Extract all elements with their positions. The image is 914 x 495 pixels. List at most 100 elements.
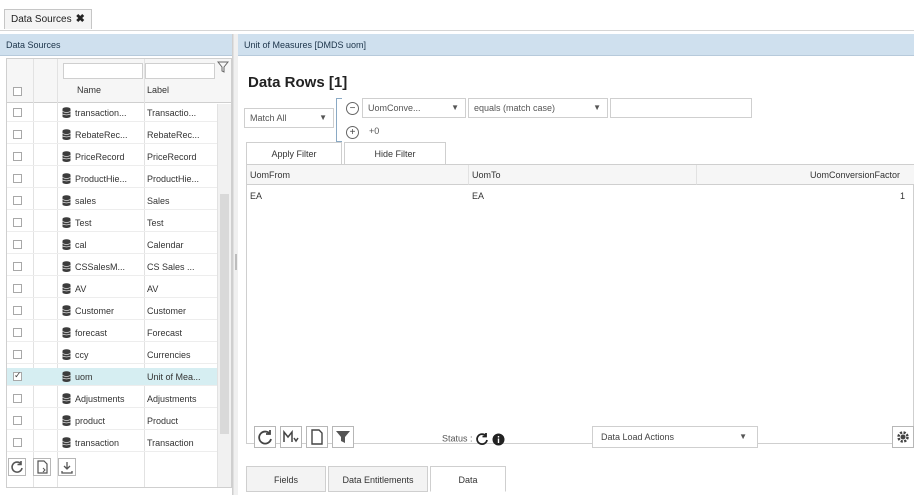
database-icon (62, 217, 71, 228)
filter-field-value: UomConve... (368, 103, 421, 113)
close-icon[interactable]: ✖ (76, 13, 85, 25)
row-name: ProductHie... (75, 174, 128, 184)
list-item[interactable]: sales Sales (7, 192, 217, 210)
list-item[interactable]: Adjustments Adjustments (7, 390, 217, 408)
list-item[interactable]: transaction Transaction (7, 434, 217, 452)
select-all-checkbox[interactable] (13, 87, 22, 96)
row-name: product (75, 416, 106, 426)
list-item[interactable]: Customer Customer (7, 302, 217, 320)
info-icon[interactable] (492, 433, 505, 446)
list-item[interactable]: uom Unit of Mea... (7, 368, 217, 386)
column-header-uomconversionfactor[interactable]: UomConversionFactor (697, 165, 914, 185)
scrollbar-thumb[interactable] (220, 194, 229, 434)
data-rows-table: UomFrom UomTo UomConversionFactor EA EA … (246, 164, 914, 444)
data-rows-panel-header: Unit of Measures [DMDS uom] (238, 34, 914, 56)
add-criterion-icon[interactable]: + (346, 126, 359, 139)
row-label: Adjustments (147, 394, 197, 404)
tab-data-entitlements[interactable]: Data Entitlements (328, 466, 428, 492)
row-name: ccy (75, 350, 89, 360)
row-checkbox[interactable] (13, 328, 22, 337)
download-button[interactable] (57, 458, 76, 476)
list-item[interactable]: AV AV (7, 280, 217, 298)
criteria-count: +0 (369, 126, 380, 136)
column-header-uomfrom[interactable]: UomFrom (247, 165, 469, 185)
filter-field-select[interactable]: UomConve... ▼ (362, 98, 466, 118)
refresh-button[interactable] (254, 426, 276, 448)
data-sources-grid: Name Label transaction... Transactio... Re… (6, 58, 232, 488)
row-name: AV (75, 284, 87, 294)
markdown-button[interactable] (280, 426, 302, 448)
chevron-down-icon: ▼ (593, 103, 601, 112)
table-cell[interactable]: 1 (697, 187, 911, 205)
list-item[interactable]: transaction... Transactio... (7, 104, 217, 122)
name-column-header[interactable]: Name (77, 85, 101, 95)
row-label: PriceRecord (147, 152, 197, 162)
filter-icon (336, 431, 350, 443)
database-icon (62, 305, 71, 316)
list-item[interactable]: RebateRec... RebateRec... (7, 126, 217, 144)
tab-data[interactable]: Data (430, 466, 506, 492)
row-name: uom (75, 372, 93, 382)
splitter-grip[interactable] (235, 254, 237, 270)
name-filter-input[interactable] (63, 63, 143, 79)
database-icon (62, 371, 71, 382)
label-column-header[interactable]: Label (147, 85, 169, 95)
database-icon (62, 107, 71, 118)
row-checkbox[interactable] (13, 394, 22, 403)
row-checkbox[interactable] (13, 130, 22, 139)
remove-criterion-icon[interactable]: − (346, 102, 359, 115)
tab-fields[interactable]: Fields (246, 466, 326, 492)
row-label: Product (147, 416, 179, 426)
top-tab-bar: Data Sources ✖ (0, 0, 914, 31)
row-name: transaction... (75, 108, 127, 118)
vertical-scrollbar[interactable] (217, 104, 231, 487)
list-item[interactable]: Test Test (7, 214, 217, 232)
row-checkbox[interactable] (13, 306, 22, 315)
row-name: RebateRec... (75, 130, 128, 140)
filter-value-input[interactable] (610, 98, 752, 118)
status-label: Status : (442, 432, 505, 446)
refresh-button[interactable] (8, 458, 26, 476)
row-checkbox[interactable] (13, 370, 22, 381)
match-mode-select[interactable]: Match All ▼ (244, 108, 334, 128)
filter-icon[interactable] (217, 61, 229, 73)
settings-button[interactable] (892, 426, 914, 448)
filter-button[interactable] (332, 426, 354, 448)
row-checkbox[interactable] (13, 174, 22, 183)
list-item[interactable]: forecast Forecast (7, 324, 217, 342)
list-item[interactable]: PriceRecord PriceRecord (7, 148, 217, 166)
list-item[interactable]: ccy Currencies (7, 346, 217, 364)
database-icon (62, 239, 71, 250)
list-item[interactable]: CSSalesM... CS Sales ... (7, 258, 217, 276)
row-checkbox[interactable] (13, 152, 22, 161)
data-load-actions-select[interactable]: Data Load Actions ▼ (592, 426, 758, 448)
list-item[interactable]: ProductHie... ProductHie... (7, 170, 217, 188)
data-toolbar: Status : Data Load Actions ▼ (246, 426, 914, 456)
status-refresh-icon[interactable] (475, 432, 489, 446)
apply-filter-button[interactable]: Apply Filter (246, 142, 342, 164)
row-checkbox[interactable] (13, 240, 22, 249)
row-name: Adjustments (75, 394, 125, 404)
refresh-icon (258, 430, 272, 445)
label-filter-input[interactable] (145, 63, 215, 79)
row-checkbox[interactable] (13, 438, 22, 447)
list-item[interactable]: cal Calendar (7, 236, 217, 254)
database-icon (62, 393, 71, 404)
row-checkbox[interactable] (13, 262, 22, 271)
hide-filter-button[interactable]: Hide Filter (344, 142, 446, 164)
row-checkbox[interactable] (13, 416, 22, 425)
table-cell[interactable]: EA (469, 187, 697, 205)
filter-operator-select[interactable]: equals (match case) ▼ (468, 98, 608, 118)
row-checkbox[interactable] (13, 218, 22, 227)
export-doc-button[interactable] (32, 458, 51, 476)
row-checkbox[interactable] (13, 108, 22, 117)
table-cell[interactable]: EA (247, 187, 469, 205)
row-checkbox[interactable] (13, 284, 22, 293)
column-header-uomto[interactable]: UomTo (469, 165, 697, 185)
data-sources-tab-label: Data Sources (11, 14, 72, 25)
document-button[interactable] (306, 426, 328, 448)
list-item[interactable]: product Product (7, 412, 217, 430)
row-checkbox[interactable] (13, 196, 22, 205)
row-checkbox[interactable] (13, 350, 22, 359)
data-sources-tab[interactable]: Data Sources ✖ (4, 9, 92, 29)
